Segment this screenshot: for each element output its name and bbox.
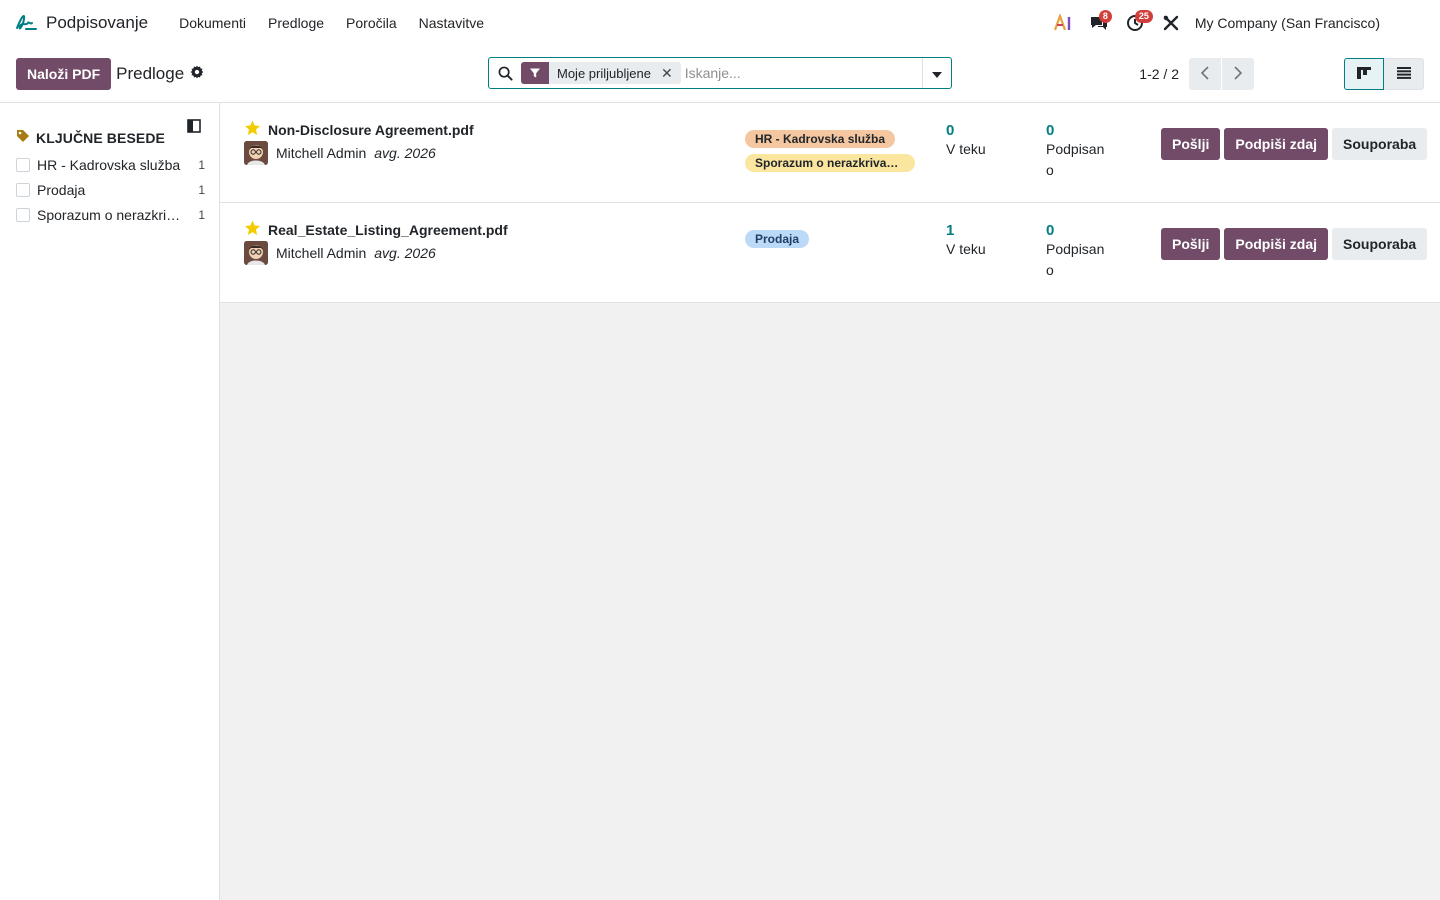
- sidebar-item-label: Prodaja: [37, 181, 86, 198]
- search-icon: [489, 66, 521, 81]
- signed-stat[interactable]: 0 Podpisano: [1046, 122, 1108, 181]
- systray: 8 25 My Company (San Francisco): [1045, 8, 1428, 38]
- usage-button[interactable]: Souporaba: [1332, 228, 1428, 260]
- sidebar-item-sales[interactable]: Prodaja 1: [16, 177, 205, 202]
- sign-now-button[interactable]: Podpiši zdaj: [1224, 128, 1329, 160]
- usage-button[interactable]: Souporaba: [1332, 128, 1428, 160]
- owner-name: Mitchell Admin: [276, 245, 367, 261]
- search-panel: KLJUČNE BESEDE HR - Kadrovska služba 1 P…: [0, 103, 220, 900]
- sidebar-item-hr[interactable]: HR - Kadrovska služba 1: [16, 152, 205, 177]
- app-title: Podpisovanje: [46, 13, 149, 32]
- chevron-left-icon: [1200, 65, 1209, 83]
- signed-stat[interactable]: 0 Podpisano: [1046, 222, 1108, 281]
- breadcrumb: Predloge: [116, 64, 204, 84]
- favorite-star-icon[interactable]: [244, 220, 261, 239]
- facet-remove-icon[interactable]: ✕: [659, 65, 681, 82]
- in-progress-label: V teku: [946, 141, 986, 157]
- sidebar-item-label: Sporazum o nerazkrivanju informacij: [37, 206, 187, 223]
- avatar: [244, 141, 268, 165]
- ai-icon[interactable]: [1045, 8, 1081, 38]
- menu-item-templates[interactable]: Predloge: [257, 15, 335, 31]
- checkbox[interactable]: [16, 182, 30, 197]
- search-facet: Moje priljubljene ✕: [521, 62, 681, 84]
- activities-icon[interactable]: 25: [1117, 8, 1153, 38]
- sidebar-item-count: 1: [198, 157, 205, 172]
- page-title: Predloge: [116, 64, 185, 83]
- checkbox[interactable]: [16, 157, 30, 172]
- tag-badge: HR - Kadrovska služba: [745, 130, 896, 148]
- caret-down-icon: [932, 65, 942, 81]
- checkbox[interactable]: [16, 207, 30, 222]
- sidebar-toggle-icon[interactable]: [187, 119, 201, 136]
- pager: 1-2 / 2: [1139, 58, 1254, 90]
- control-panel: Naloži PDF Predloge Moje priljubljene ✕ …: [0, 46, 1440, 103]
- avatar: [244, 241, 268, 265]
- company-switcher[interactable]: My Company (San Francisco): [1195, 15, 1380, 31]
- signed-label: Podpisano: [1046, 141, 1105, 178]
- sidebar-item-nda[interactable]: Sporazum o nerazkrivanju informacij 1: [16, 202, 205, 227]
- kanban-view-button[interactable]: [1344, 58, 1384, 90]
- signed-count: 0: [1046, 122, 1055, 139]
- pager-next-button[interactable]: [1222, 58, 1254, 90]
- sign-now-button[interactable]: Podpiši zdaj: [1224, 228, 1329, 260]
- search-input[interactable]: [680, 59, 922, 87]
- kanban-content: Non-Disclosure Agreement.pdf Mitchell Ad…: [220, 103, 1440, 900]
- app-brand[interactable]: Podpisovanje: [14, 10, 148, 37]
- tags-section-header: KLJUČNE BESEDE: [16, 129, 205, 146]
- chevron-right-icon: [1234, 65, 1243, 83]
- tags-section-title: KLJUČNE BESEDE: [36, 129, 165, 146]
- in-progress-stat[interactable]: 0 V teku: [946, 122, 986, 160]
- template-title[interactable]: Real_Estate_Listing_Agreement.pdf: [268, 222, 508, 238]
- template-list: Non-Disclosure Agreement.pdf Mitchell Ad…: [220, 103, 1440, 303]
- list-icon: [1396, 66, 1412, 82]
- template-record[interactable]: Non-Disclosure Agreement.pdf Mitchell Ad…: [220, 103, 1440, 203]
- main-menu: Dokumenti Predloge Poročila Nastavitve: [168, 15, 495, 31]
- tools-icon[interactable]: [1153, 8, 1189, 38]
- signed-count: 0: [1046, 222, 1055, 239]
- tag-badge: Prodaja: [745, 230, 810, 248]
- in-progress-count: 0: [946, 122, 955, 139]
- template-title[interactable]: Non-Disclosure Agreement.pdf: [268, 122, 474, 138]
- sidebar-item-label: HR - Kadrovska služba: [37, 156, 181, 173]
- record-tags: Prodaja: [745, 230, 810, 248]
- messages-badge: 8: [1098, 10, 1112, 23]
- in-progress-stat[interactable]: 1 V teku: [946, 222, 986, 260]
- tag-badge: Sporazum o nerazkrivanju informacij: [745, 154, 915, 172]
- owner-name: Mitchell Admin: [276, 145, 367, 161]
- sidebar-item-count: 1: [198, 207, 205, 222]
- favorite-star-icon[interactable]: [244, 120, 261, 139]
- facet-label: Moje priljubljene: [557, 65, 651, 81]
- send-button[interactable]: Pošlji: [1161, 128, 1221, 160]
- record-date: avg. 2026: [374, 245, 436, 261]
- upload-pdf-button[interactable]: Naloži PDF: [16, 58, 112, 90]
- pager-value[interactable]: 1-2 / 2: [1139, 66, 1179, 82]
- search-options-toggle[interactable]: [922, 58, 951, 88]
- send-button[interactable]: Pošlji: [1161, 228, 1221, 260]
- menu-item-settings[interactable]: Nastavitve: [408, 15, 495, 31]
- template-record[interactable]: Real_Estate_Listing_Agreement.pdf Mitche…: [220, 203, 1440, 303]
- kanban-icon: [1356, 66, 1372, 83]
- sidebar-item-count: 1: [198, 182, 205, 197]
- signed-label: Podpisano: [1046, 241, 1105, 278]
- top-navbar: Podpisovanje Dokumenti Predloge Poročila…: [0, 0, 1440, 46]
- sign-logo-icon: [14, 10, 38, 37]
- activities-badge: 25: [1134, 10, 1153, 23]
- list-view-button[interactable]: [1384, 58, 1424, 90]
- in-progress-count: 1: [946, 222, 955, 239]
- in-progress-label: V teku: [946, 241, 986, 257]
- menu-item-reports[interactable]: Poročila: [335, 15, 408, 31]
- filter-icon: [521, 62, 549, 84]
- menu-item-documents[interactable]: Dokumenti: [168, 15, 257, 31]
- view-switcher: [1344, 58, 1424, 90]
- tag-icon: [16, 129, 30, 146]
- record-tags: HR - Kadrovska služba Sporazum o nerazkr…: [745, 130, 915, 172]
- pager-previous-button[interactable]: [1189, 58, 1221, 90]
- messages-icon[interactable]: 8: [1081, 8, 1117, 38]
- record-date: avg. 2026: [374, 145, 436, 161]
- search-bar: Moje priljubljene ✕: [488, 57, 952, 89]
- gear-icon[interactable]: [190, 64, 204, 84]
- main-area: KLJUČNE BESEDE HR - Kadrovska služba 1 P…: [0, 103, 1440, 900]
